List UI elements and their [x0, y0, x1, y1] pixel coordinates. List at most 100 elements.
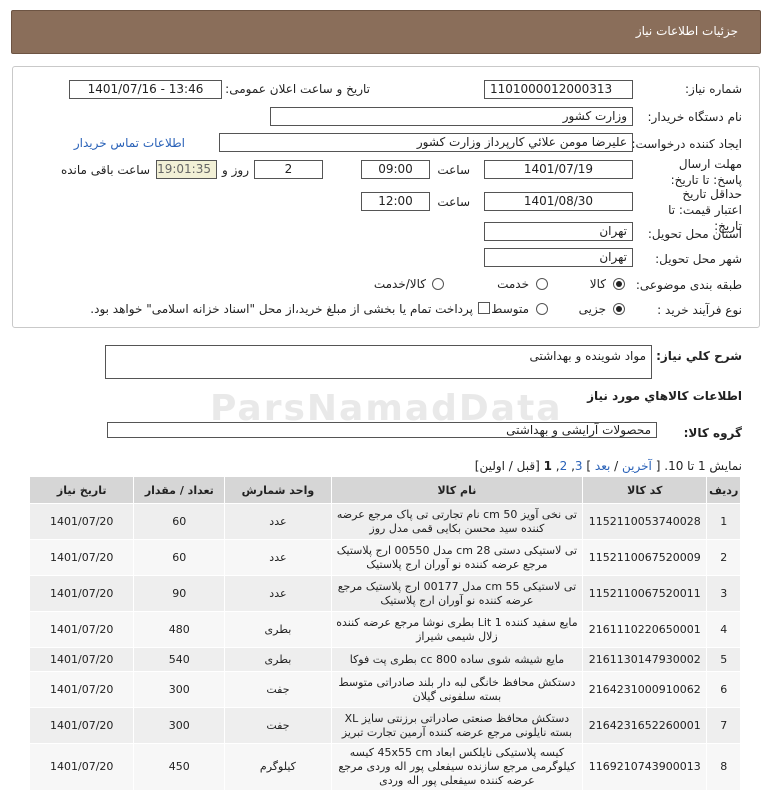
table-row: 3 1152110067520011 تی لاستیکی 55 cm مدل 00… [28, 575, 741, 612]
city-field: تهران [484, 248, 633, 267]
goods-group-label: گروه کالا: [683, 426, 742, 440]
city-label: شهر محل تحویل: [655, 252, 742, 266]
table-row: 1 1152110053740028 تی نخی آویز 50 cm نام ت… [28, 503, 741, 540]
reply-time-field: 09:00 [361, 160, 430, 179]
category-label: طبقه بندی موضوعی: [635, 278, 742, 292]
item-qty: 450 [133, 743, 226, 791]
price-time-field: 12:00 [361, 192, 430, 211]
buyer-contact-link[interactable]: اطلاعات تماس خریدار [74, 136, 185, 150]
col-qty-header: تعداد / مقدار [133, 476, 226, 504]
row-number: 2 [706, 539, 741, 576]
category-both-radio[interactable] [432, 278, 444, 290]
buyer-org-label: نام دستگاه خریدار: [647, 110, 743, 124]
pager-page-3[interactable]: 3 [575, 459, 583, 473]
need-number-field: 1101000012000313 [484, 80, 633, 99]
process-medium-label: متوسط [491, 302, 529, 316]
summary-label: شرح کلي نياز: [656, 349, 742, 363]
item-qty: 60 [133, 503, 226, 540]
item-code: 1169210743900013 [582, 743, 708, 791]
table-row: 7 2164231652260001 دستکش محافظ صنعتی صادرا… [28, 707, 741, 744]
item-unit: عدد [224, 539, 332, 576]
pager-showing: نمایش 1 تا 10. [664, 459, 742, 473]
goods-info-title: اطلاعات کالاهاي مورد نياز [587, 389, 742, 403]
process-medium-radio[interactable] [536, 303, 548, 315]
creator-label: ایجاد کننده درخواست: [631, 137, 742, 151]
goods-group-field: محصولات آرایشی و بهداشتی [107, 422, 657, 438]
table-row: 8 1169210743900013 کیسه پلاستیکی نایلکس اب… [28, 743, 741, 791]
item-name: دستکش محافظ صنعتی صادراتی برزنتی سایز XL… [330, 707, 584, 744]
col-unit-header: واحد شمارش [224, 476, 332, 504]
category-goods-radio[interactable] [613, 278, 625, 290]
remaining-time-field: 19:01:35 [156, 160, 217, 179]
item-unit: جفت [224, 707, 332, 744]
pager-prev-first: [قبل / اولین] [474, 459, 540, 473]
item-code: 1152110053740028 [582, 503, 708, 540]
item-date: 1401/07/20 [28, 707, 135, 744]
page-title: جزئیات اطلاعات نیاز [635, 24, 738, 38]
item-date: 1401/07/20 [28, 671, 135, 708]
pager-bracket-close: ] [586, 459, 592, 473]
item-date: 1401/07/20 [28, 647, 135, 672]
items-table: ردیف کد کالا نام کالا واحد شمارش تعداد /… [28, 476, 741, 791]
creator-field: علیرضا مومن علائي کارپرداز وزارت کشور [219, 133, 633, 152]
process-minor-label: جزیی [578, 302, 606, 316]
item-qty: 300 [133, 671, 226, 708]
item-qty: 540 [133, 647, 226, 672]
pager-last-link[interactable]: آخرین [622, 459, 652, 473]
pager-next-link[interactable]: بعد [595, 459, 610, 473]
reply-date-field: 1401/07/19 [484, 160, 633, 179]
item-date: 1401/07/20 [28, 743, 135, 791]
col-name-header: نام کالا [330, 476, 584, 504]
item-unit: عدد [224, 575, 332, 612]
item-qty: 90 [133, 575, 226, 612]
process-label: نوع فرآیند خرید : [657, 303, 742, 317]
treasury-payment-checkbox[interactable] [478, 302, 490, 314]
item-date: 1401/07/20 [28, 503, 135, 540]
table-row: 5 2161130147930002 مایع شیشه شوی ساده 800 … [28, 647, 741, 672]
row-number: 8 [706, 743, 741, 791]
category-service-radio[interactable] [536, 278, 548, 290]
items-table-header-row: ردیف کد کالا نام کالا واحد شمارش تعداد /… [28, 476, 741, 504]
item-name: تی لاستیکی 55 cm مدل 00177 ارج پلاستیک م… [330, 575, 584, 612]
table-row: 4 2161110220650001 مایع سفید کننده 1 Lit ب… [28, 611, 741, 648]
province-field: تهران [484, 222, 633, 241]
process-minor-radio[interactable] [613, 303, 625, 315]
item-date: 1401/07/20 [28, 575, 135, 612]
item-code: 2161110220650001 [582, 611, 708, 648]
item-code: 2164231000910062 [582, 671, 708, 708]
province-label: استان محل تحویل: [647, 227, 742, 241]
pager-page-2[interactable]: 2 [560, 459, 568, 473]
row-number: 3 [706, 575, 741, 612]
row-number: 1 [706, 503, 741, 540]
table-row: 2 1152110067520009 تی لاستیکی دستی 28 cm م… [28, 539, 741, 576]
item-code: 2161130147930002 [582, 647, 708, 672]
page-header: جزئیات اطلاعات نیاز [11, 10, 761, 54]
item-name: دستکش محافظ خانگی لبه دار بلند صادراتی م… [330, 671, 584, 708]
category-both-label: کالا/خدمت [373, 277, 426, 291]
row-number: 6 [706, 671, 741, 708]
row-number: 5 [706, 647, 741, 672]
item-qty: 480 [133, 611, 226, 648]
pager-bracket-open: [ [655, 459, 661, 473]
announce-label: تاریخ و ساعت اعلان عمومی: [225, 82, 370, 96]
pager-page-1-current: 1 [543, 459, 552, 473]
need-number-label: شماره نیاز: [685, 82, 742, 96]
item-unit: بطری [224, 611, 332, 648]
treasury-payment-note: پرداخت تمام یا بخشی از مبلغ خرید،از محل … [90, 302, 473, 316]
col-date-header: تاریخ نیاز [28, 476, 135, 504]
pagination: نمایش 1 تا 10. [ آخرین / بعد ] 3, 2, 1 [… [474, 459, 742, 473]
item-unit: جفت [224, 671, 332, 708]
reply-deadline-label: مهلت ارسال پاسخ: تا تاریخ: [670, 157, 742, 187]
days-label: روز و [222, 163, 249, 177]
table-row: 6 2164231000910062 دستکش محافظ خانگی لبه د… [28, 671, 741, 708]
col-code-header: کد کالا [582, 476, 708, 504]
announce-field: 1401/07/16 - 13:46 [69, 80, 222, 99]
summary-field: مواد شوینده و بهداشتی [105, 345, 652, 379]
item-name: کیسه پلاستیکی نایلکس ابعاد 45x55 cm کیسه… [330, 743, 584, 791]
category-service-label: خدمت [497, 277, 529, 291]
row-number: 4 [706, 611, 741, 648]
item-qty: 300 [133, 707, 226, 744]
row-number: 7 [706, 707, 741, 744]
price-date-field: 1401/08/30 [484, 192, 633, 211]
item-date: 1401/07/20 [28, 539, 135, 576]
